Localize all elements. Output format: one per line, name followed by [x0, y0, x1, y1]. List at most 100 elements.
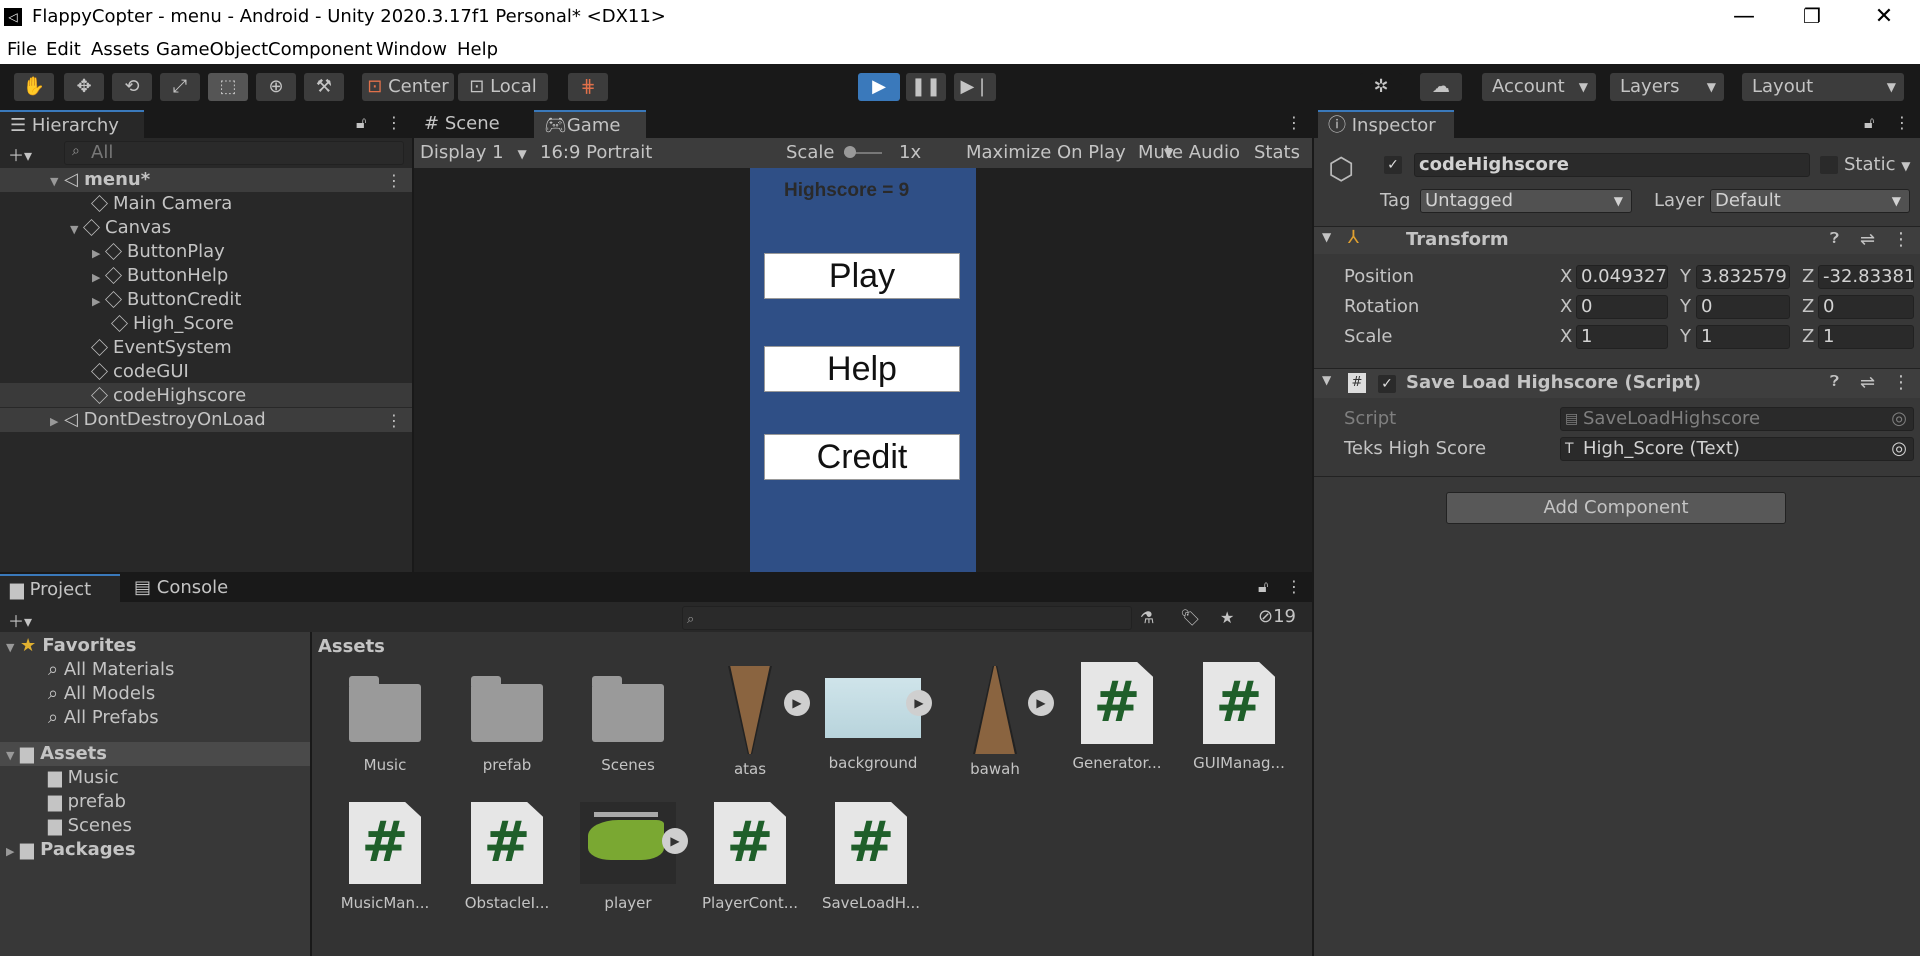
menu-window[interactable]: Window — [376, 39, 447, 60]
filter-label-icon[interactable]: 🏷︎ — [1180, 608, 1200, 627]
scale-slider-thumb[interactable] — [844, 146, 856, 158]
layout-dropdown[interactable]: Layout ▼ — [1742, 73, 1904, 101]
project-splitter[interactable] — [310, 632, 312, 956]
tab-hierarchy[interactable]: ☰ Hierarchy — [0, 110, 144, 138]
rect-tool-icon[interactable]: ⬚ — [208, 73, 248, 101]
play-button[interactable]: ▶ — [858, 73, 900, 101]
asset-sprite-bawah[interactable]: bawah — [945, 666, 1045, 778]
rotation-y-field[interactable]: 0 — [1696, 295, 1790, 319]
move-tool-icon[interactable]: ✥ — [64, 73, 104, 101]
project-search-input[interactable]: ⌕ — [682, 606, 1132, 630]
menu-component[interactable]: Component — [268, 39, 373, 60]
preset-icon[interactable]: ⇌ — [1860, 229, 1875, 250]
tab-project[interactable]: ▆ Project — [0, 574, 120, 602]
hierarchy-item-codehighscore[interactable]: codeHighscore — [91, 384, 246, 408]
transform-header[interactable]: ▼ ⅄ Transform ❓︎ ⇌ ⋮ — [1314, 226, 1920, 254]
menu-help[interactable]: Help — [457, 39, 498, 60]
custom-tool-icon[interactable]: ⚒ — [304, 73, 344, 101]
packages-node[interactable]: ▶ ▆ Packages — [6, 838, 136, 862]
rotation-x-field[interactable]: 0 — [1576, 295, 1668, 319]
preset-icon[interactable]: ⇌ — [1860, 372, 1875, 393]
maximize-on-play-toggle[interactable]: Maximize On Play — [966, 141, 1126, 165]
tree-folder-music[interactable]: ▆ Music — [48, 766, 119, 790]
cloud-icon[interactable]: ☁ — [1420, 73, 1462, 101]
tab-inspector[interactable]: ⓘ Inspector — [1318, 110, 1454, 138]
position-y-field[interactable]: 3.832579 — [1696, 265, 1790, 289]
rotation-z-field[interactable]: 0 — [1818, 295, 1914, 319]
game-viewport[interactable]: Highscore = 9 Play Help Credit — [750, 168, 976, 572]
menu-edit[interactable]: Edit — [46, 39, 81, 60]
asset-script-generator[interactable]: # Generator... — [1067, 662, 1167, 772]
asset-image-background[interactable]: background — [823, 666, 923, 772]
asset-folder-music[interactable]: Music — [335, 676, 435, 774]
asset-script-playercontroller[interactable]: # PlayerCont... — [700, 802, 800, 912]
asset-sprite-atas[interactable]: atas — [700, 666, 800, 778]
asset-script-guimanager[interactable]: # GUIManag... — [1189, 662, 1289, 772]
sprite-expand-icon[interactable]: ▶ — [662, 828, 688, 854]
tag-dropdown[interactable]: Untagged ▼ — [1420, 189, 1632, 213]
favorite-all-materials[interactable]: ⌕ All Materials — [48, 658, 174, 682]
lock-icon[interactable]: 🔓︎ — [1258, 577, 1268, 597]
component-menu-icon[interactable]: ⋮ — [1892, 229, 1910, 250]
favorite-all-prefabs[interactable]: ⌕ All Prefabs — [48, 706, 159, 730]
script-component-header[interactable]: ▼ # ✓ Save Load Highscore (Script) ❓︎ ⇌ … — [1314, 368, 1920, 398]
hierarchy-item-buttonplay[interactable]: ▶ ButtonPlay — [92, 240, 225, 264]
hierarchy-item-buttoncredit[interactable]: ▶ ButtonCredit — [92, 288, 241, 312]
hierarchy-item-high-score[interactable]: High_Score — [111, 312, 234, 336]
hand-tool-icon[interactable]: ✋ — [14, 73, 54, 101]
asset-folder-prefab[interactable]: prefab — [457, 676, 557, 774]
asset-script-obstacle[interactable]: # ObstacleI... — [457, 802, 557, 912]
scale-y-field[interactable]: 1 — [1696, 325, 1790, 349]
position-x-field[interactable]: 0.049327 — [1576, 265, 1668, 289]
asset-script-musicmanager[interactable]: # MusicMan... — [335, 802, 435, 912]
stats-toggle[interactable]: Stats — [1254, 141, 1300, 165]
game-help-button[interactable]: Help — [764, 346, 960, 392]
hierarchy-item-canvas[interactable]: ▼ Canvas — [70, 216, 171, 240]
component-menu-icon[interactable]: ⋮ — [1892, 372, 1910, 393]
more-menu-icon[interactable]: ⋮ — [1286, 577, 1302, 596]
script-enabled-checkbox[interactable]: ✓ — [1378, 375, 1396, 393]
asset-script-saveloadhighscore[interactable]: # SaveLoadH... — [821, 802, 921, 912]
transform-tool-icon[interactable]: ⊕ — [256, 73, 296, 101]
scene-dontdestroyonload[interactable]: ▶ ◁ DontDestroyOnLoad — [50, 408, 266, 432]
add-component-button[interactable]: Add Component — [1446, 492, 1786, 524]
hierarchy-item-eventsystem[interactable]: EventSystem — [91, 336, 232, 360]
tab-scene[interactable]: # Scene — [414, 110, 532, 138]
display-dropdown[interactable]: Display 1 ▼ — [420, 141, 527, 166]
position-z-field[interactable]: -32.83381 — [1818, 265, 1914, 289]
more-menu-icon[interactable]: ⋮ — [1286, 113, 1302, 132]
pivot-center-button[interactable]: ⊡ Center — [362, 73, 454, 101]
grid-snap-icon[interactable]: ⋕ — [568, 73, 608, 101]
teks-high-score-field[interactable]: T High_Score (Text) ◎ — [1560, 437, 1914, 461]
layer-dropdown[interactable]: Default ▼ — [1710, 189, 1910, 213]
mute-audio-toggle[interactable]: Mute Audio — [1138, 141, 1240, 165]
step-button[interactable]: ▶❘ — [954, 73, 996, 101]
account-dropdown[interactable]: Account ▼ — [1482, 73, 1596, 101]
asset-folder-scenes[interactable]: Scenes — [578, 676, 678, 774]
scene-options-icon[interactable]: ⋮ — [386, 171, 402, 190]
lock-icon[interactable]: 🔓︎ — [1864, 113, 1874, 133]
help-icon[interactable]: ❓︎ — [1830, 372, 1839, 390]
close-button[interactable]: ✕ — [1850, 0, 1918, 35]
scale-z-field[interactable]: 1 — [1818, 325, 1914, 349]
hierarchy-item-codegui[interactable]: codeGUI — [91, 360, 189, 384]
minimize-button[interactable]: — — [1710, 0, 1778, 35]
more-menu-icon[interactable]: ⋮ — [386, 113, 402, 132]
scale-tool-icon[interactable]: ⤢ — [160, 73, 200, 101]
scene-menu[interactable]: ▼ ◁ menu* — [50, 168, 150, 192]
hierarchy-search-input[interactable]: All — [64, 141, 404, 165]
space-local-button[interactable]: ⊡ Local — [458, 73, 548, 101]
game-play-button[interactable]: Play — [764, 253, 960, 299]
collab-icon[interactable]: ✲ — [1360, 73, 1402, 101]
hierarchy-item-buttonhelp[interactable]: ▶ ButtonHelp — [92, 264, 228, 288]
hidden-packages-toggle[interactable]: ⊘19 — [1258, 606, 1296, 627]
lock-icon[interactable]: 🔓︎ — [356, 113, 366, 133]
assets-node[interactable]: ▼ ▆ Assets — [6, 742, 107, 766]
horizontal-splitter[interactable] — [0, 572, 1312, 574]
menu-gameobject[interactable]: GameObject — [156, 39, 268, 60]
tab-game[interactable]: 🎮︎Game — [534, 110, 646, 138]
hierarchy-item-main-camera[interactable]: Main Camera — [91, 192, 232, 216]
layers-dropdown[interactable]: Layers ▼ — [1610, 73, 1724, 101]
static-dropdown[interactable]: Static ▼ — [1844, 153, 1910, 178]
asset-sprite-player[interactable]: player — [578, 802, 678, 912]
